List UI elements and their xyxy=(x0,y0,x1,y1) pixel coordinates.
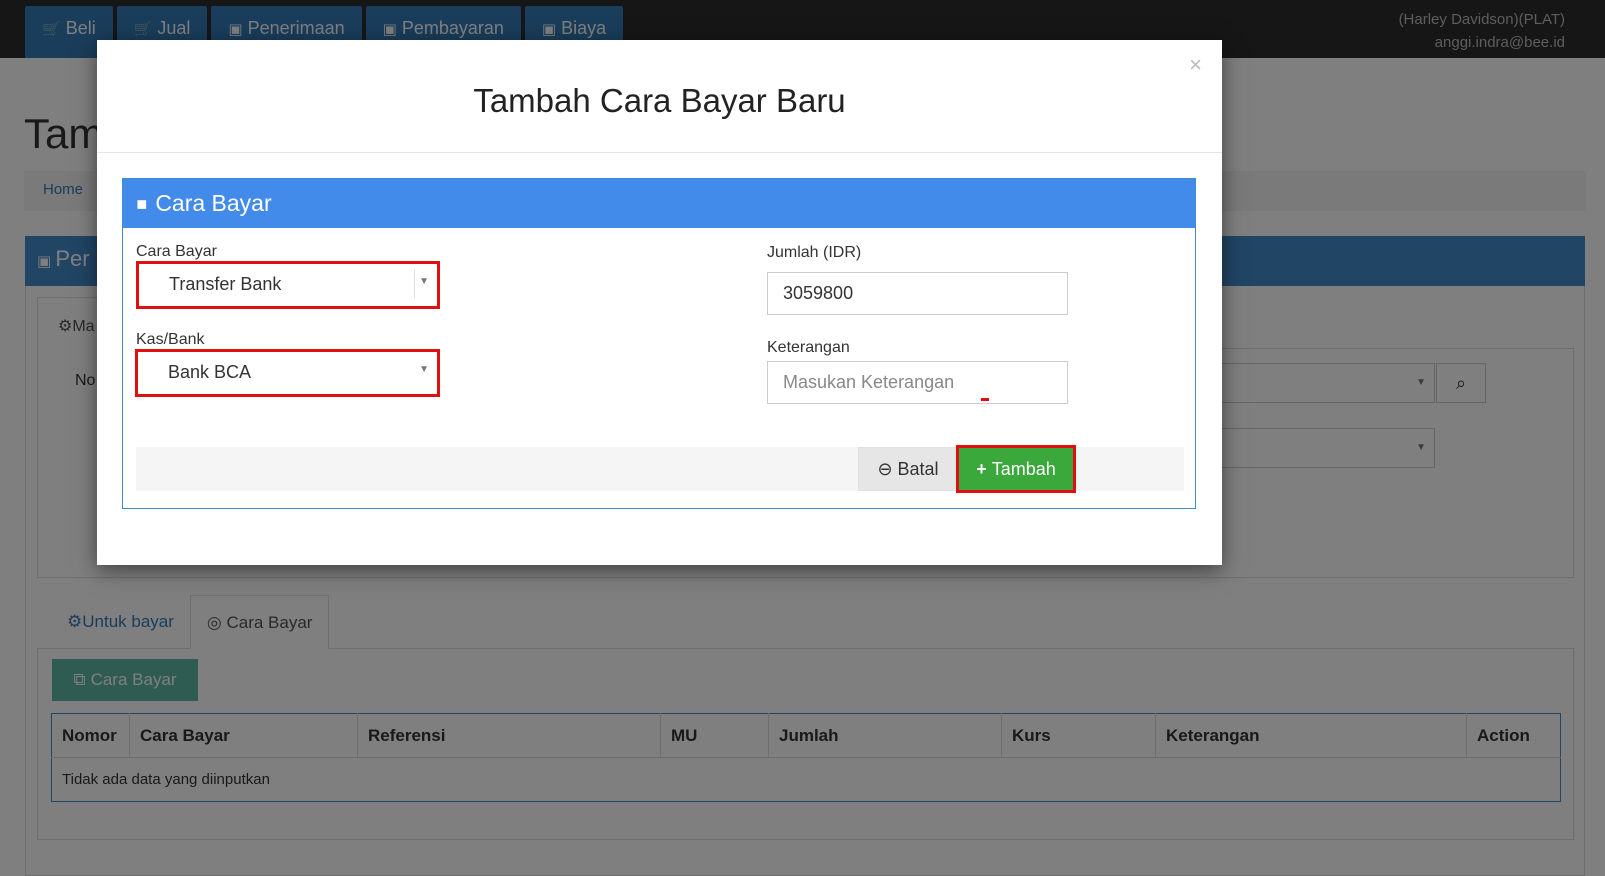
add-payment-method-modal: Tambah Cara Bayar Baru × ◆ Cara Bayar Ca… xyxy=(97,40,1222,565)
chevron-down-icon: ▼ xyxy=(419,276,429,287)
modal-title: Tambah Cara Bayar Baru xyxy=(473,82,846,119)
modal-header: Tambah Cara Bayar Baru × xyxy=(97,40,1222,153)
cursor-marker xyxy=(981,398,989,401)
keterangan-label: Keterangan xyxy=(767,339,850,356)
tag-icon: ◆ xyxy=(131,193,152,215)
cara-bayar-form-panel: ◆ Cara Bayar Cara Bayar Transfer Bank ▼ … xyxy=(122,178,1196,509)
circle-arrow-left-icon: ⊖ xyxy=(877,458,893,479)
close-icon[interactable]: × xyxy=(1189,52,1202,78)
plus-icon: + xyxy=(976,458,987,479)
kas-bank-select[interactable]: Bank BCA ▼ xyxy=(135,349,440,397)
keterangan-input[interactable]: Masukan Keterangan xyxy=(767,361,1068,404)
form-panel-header: ◆ Cara Bayar xyxy=(123,179,1195,228)
cara-bayar-label: Cara Bayar xyxy=(136,243,217,260)
kas-bank-label: Kas/Bank xyxy=(136,331,205,348)
cancel-button[interactable]: ⊖ Batal xyxy=(858,447,958,491)
cara-bayar-select[interactable]: Transfer Bank ▼ xyxy=(136,261,440,309)
form-panel-title: Cara Bayar xyxy=(155,190,272,216)
jumlah-input[interactable]: 3059800 xyxy=(767,272,1068,315)
add-button[interactable]: + Tambah xyxy=(956,445,1076,493)
jumlah-label: Jumlah (IDR) xyxy=(767,244,862,261)
select-divider xyxy=(414,270,415,298)
chevron-down-icon: ▼ xyxy=(419,364,429,375)
